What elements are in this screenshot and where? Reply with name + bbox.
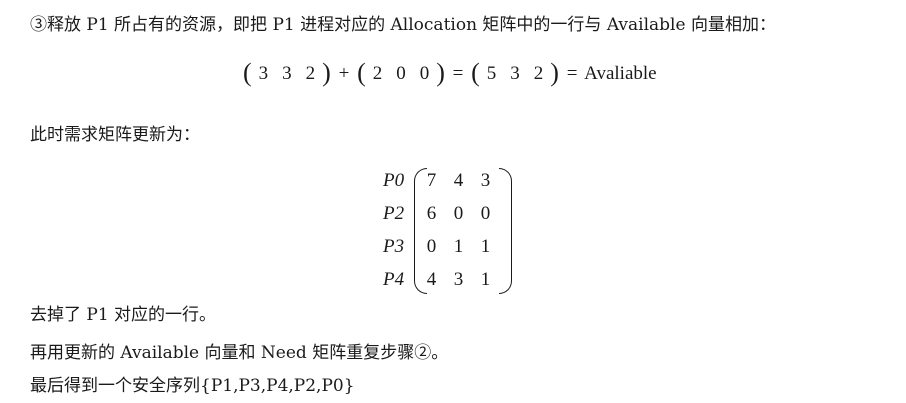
matrix-cell: 4 [453, 170, 464, 191]
process-label: P2 [383, 203, 405, 224]
removed-row-note: 去掉了 P1 对应的一行。 [30, 305, 217, 325]
matrix-cell: 3 [480, 170, 491, 191]
matrix-cell: 1 [480, 269, 491, 290]
need-matrix: P0 7 4 3 P2 6 0 0 P3 0 1 1 P4 4 3 1 [383, 164, 512, 296]
vector-value: 2 [372, 63, 383, 84]
matrix-row: P0 7 4 3 [383, 164, 499, 197]
matrix-left-bracket [414, 168, 427, 294]
matrix-row: P2 6 0 0 [383, 197, 499, 230]
available-vector-formula: (3 3 2) + (2 0 0) = (5 3 2) = Avaliable [243, 58, 657, 88]
matrix-cell: 3 [453, 269, 464, 290]
equals-operator: = [452, 63, 464, 84]
matrix-cell: 1 [453, 236, 464, 257]
vector-value: 5 [486, 63, 497, 84]
release-p1-paragraph: ③释放 P1 所占有的资源，即把 P1 进程对应的 Allocation 矩阵中… [30, 15, 776, 35]
equals-operator: = [566, 63, 578, 84]
vector-value: 2 [533, 63, 544, 84]
process-label: P4 [383, 269, 405, 290]
repeat-step-note: 再用更新的 Available 向量和 Need 矩阵重复步骤②。 [30, 343, 449, 363]
sum-vector: (5 3 2) [471, 58, 559, 87]
safe-sequence-result: 最后得到一个安全序列{P1,P3,P4,P2,P0} [30, 376, 355, 396]
matrix-right-bracket [499, 168, 512, 294]
allocation-vector: (3 3 2) [243, 58, 331, 87]
vector-value: 3 [282, 63, 292, 84]
process-label: P0 [383, 170, 405, 191]
vector-value: 0 [419, 63, 430, 84]
need-matrix-intro: 此时需求矩阵更新为： [30, 125, 200, 145]
matrix-row: P4 4 3 1 [383, 263, 499, 296]
vector-value: 0 [396, 63, 406, 84]
matrix-cell: 0 [480, 203, 491, 224]
vector-value: 3 [510, 63, 520, 84]
available-result-label: Avaliable [584, 63, 657, 84]
plus-operator: + [338, 63, 350, 84]
matrix-cell: 1 [480, 236, 491, 257]
matrix-cell: 0 [453, 203, 464, 224]
vector-value: 2 [305, 63, 316, 84]
matrix-row: P3 0 1 1 [383, 230, 499, 263]
process-label: P3 [383, 236, 405, 257]
p1-allocation-vector: (2 0 0) [357, 58, 445, 87]
vector-value: 3 [258, 63, 269, 84]
